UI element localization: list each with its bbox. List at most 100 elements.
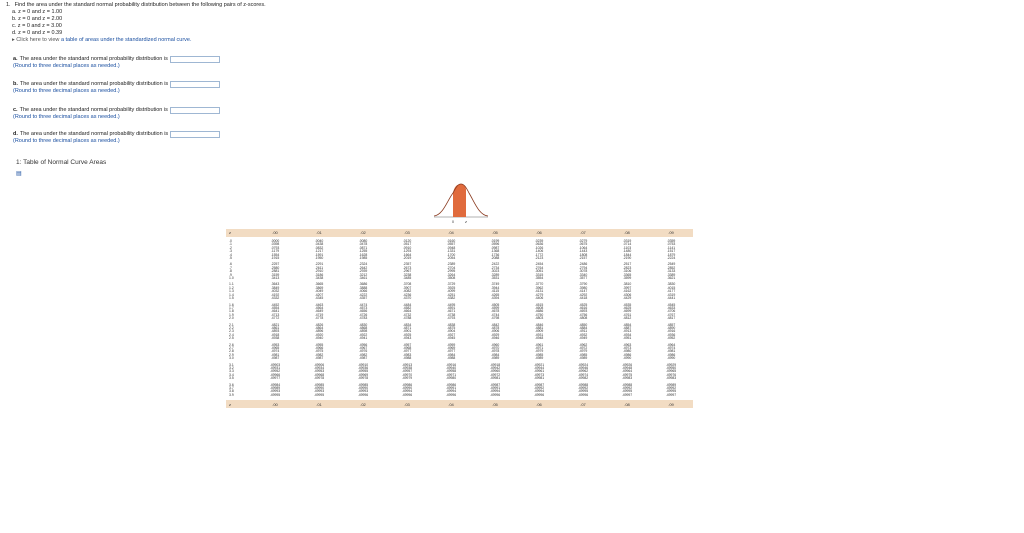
area-cell: .49981 <box>489 376 501 381</box>
area-cell: .4989 <box>578 356 588 361</box>
part-c: c. The area under the standard normal pr… <box>13 107 220 121</box>
column-header: .08 <box>624 230 630 236</box>
area-cell: .4783 <box>358 316 368 321</box>
area-cell: .4406 <box>534 296 544 301</box>
area-cell: .3554 <box>534 276 544 281</box>
question-block: 1. Find the area under the standard norm… <box>6 2 266 44</box>
column-header: .08 <box>624 401 630 407</box>
part-b-answer-input[interactable] <box>170 81 221 88</box>
column-header: .09 <box>668 230 674 236</box>
table-row: 3.5 .49977 .49978 .49978 .49979 .49980 .49981.… <box>226 376 693 381</box>
area-cell: .49997 <box>621 392 633 397</box>
column-header: z <box>229 230 231 236</box>
column-header: .06 <box>536 230 542 236</box>
table-row: .5 .1915 .1950 .1985 .2019 .2054 .2088 .2123 .21… <box>226 256 693 261</box>
area-cell: .49978 <box>313 376 325 381</box>
part-d-label: d. <box>13 131 18 137</box>
area-cell: .49997 <box>665 392 677 397</box>
part-d-text: The area under the standard normal proba… <box>19 131 169 137</box>
area-cell: .4948 <box>534 336 544 341</box>
area-cell: .4357 <box>358 296 368 301</box>
area-cell: .1915 <box>270 256 280 261</box>
question-item-a: a. z = 0 and z = 1.00 <box>12 9 63 15</box>
area-cell: .4793 <box>446 316 456 321</box>
area-cell: .2224 <box>666 256 676 261</box>
area-cell: .2157 <box>578 256 588 261</box>
z-value-cell: .5 <box>229 256 232 261</box>
z-value-cell: 2.5 <box>229 336 234 341</box>
print-icon[interactable]: ▤ <box>16 170 22 177</box>
area-cell: .4946 <box>490 336 500 341</box>
area-cell: .4812 <box>622 316 632 321</box>
area-cell: .4987 <box>358 356 368 361</box>
area-cell: .4945 <box>446 336 456 341</box>
table-title: 1: Table of Normal Curve Areas <box>16 159 107 166</box>
area-cell: .4943 <box>402 336 412 341</box>
area-cell: .3508 <box>446 276 456 281</box>
part-d-answer-input[interactable] <box>170 131 221 138</box>
area-cell: .4987 <box>270 356 280 361</box>
area-cell: .1950 <box>314 256 324 261</box>
area-cell: .4788 <box>402 316 412 321</box>
area-cell: .4798 <box>490 316 500 321</box>
part-b: b. The area under the standard normal pr… <box>13 81 221 95</box>
area-cell: .4988 <box>446 356 456 361</box>
column-header: z <box>229 401 231 407</box>
table-link[interactable]: a table of areas under the standardized … <box>61 37 192 43</box>
area-cell: .4778 <box>314 316 324 321</box>
area-cell: .3531 <box>490 276 500 281</box>
area-cell: .49996 <box>357 392 369 397</box>
z-value-cell: 1.5 <box>229 296 234 301</box>
area-cell: .4949 <box>578 336 588 341</box>
area-cell: .2190 <box>622 256 632 261</box>
area-cell: .49979 <box>401 376 413 381</box>
area-cell: .3599 <box>622 276 632 281</box>
area-cell: .4803 <box>534 316 544 321</box>
note-prefix: Click here to view <box>16 37 60 43</box>
question-item-b: b. z = 0 and z = 2.00 <box>12 16 63 22</box>
part-c-answer-input[interactable] <box>169 107 220 114</box>
table-row: 1.5 .4332 .4345 .4357 .4370 .4382 .4394 .4406 .4… <box>226 296 693 301</box>
part-a: a. The area under the standard normal pr… <box>13 56 220 70</box>
part-a-answer-input[interactable] <box>169 56 220 63</box>
part-c-label: c. <box>13 107 18 113</box>
table-row: 2.5 .4938 .4940 .4941 .4943 .4945 .4946 .4948 .4… <box>226 336 693 341</box>
area-cell: .4941 <box>358 336 368 341</box>
column-header: .00 <box>272 230 278 236</box>
table-row: 2.0 .4772 .4778 .4783 .4788 .4793 .4798 .4803 .4… <box>226 316 693 321</box>
part-d-hint: (Round to three decimal places as needed… <box>13 138 120 144</box>
area-cell: .49983 <box>621 376 633 381</box>
area-cell: .4441 <box>666 296 676 301</box>
column-header: .07 <box>580 230 586 236</box>
area-cell: .3577 <box>578 276 588 281</box>
question-prompt: Find the area under the standard normal … <box>14 2 266 8</box>
column-header: .02 <box>360 401 366 407</box>
area-cell: .4394 <box>490 296 500 301</box>
area-cell: .4987 <box>314 356 324 361</box>
area-cell: .49981 <box>533 376 545 381</box>
area-cell: .49995 <box>269 392 281 397</box>
area-cell: .49996 <box>577 392 589 397</box>
z-value-cell: 3.0 <box>229 356 234 361</box>
area-cell: .49983 <box>665 376 677 381</box>
area-cell: .49996 <box>489 392 501 397</box>
area-cell: .4989 <box>490 356 500 361</box>
column-header: .03 <box>404 230 410 236</box>
area-cell: .49996 <box>533 392 545 397</box>
normal-curve-figure: 0 z <box>433 183 489 224</box>
question-item-d: d. z = 0 and z = 0.39 <box>12 30 63 36</box>
column-header: .05 <box>492 230 498 236</box>
column-header: .05 <box>492 401 498 407</box>
area-cell: .3413 <box>270 276 280 281</box>
part-b-label: b. <box>13 81 18 87</box>
area-cell: .2123 <box>534 256 544 261</box>
column-header: .03 <box>404 401 410 407</box>
column-header: .06 <box>536 401 542 407</box>
column-header: .02 <box>360 230 366 236</box>
table-note: ▸ Click here to view a table of areas un… <box>6 37 266 44</box>
part-a-hint: (Round to three decimal places as needed… <box>13 63 120 69</box>
column-header: .01 <box>316 401 322 407</box>
area-cell: .2019 <box>402 256 412 261</box>
column-header: .04 <box>448 401 454 407</box>
area-cell: .1985 <box>358 256 368 261</box>
